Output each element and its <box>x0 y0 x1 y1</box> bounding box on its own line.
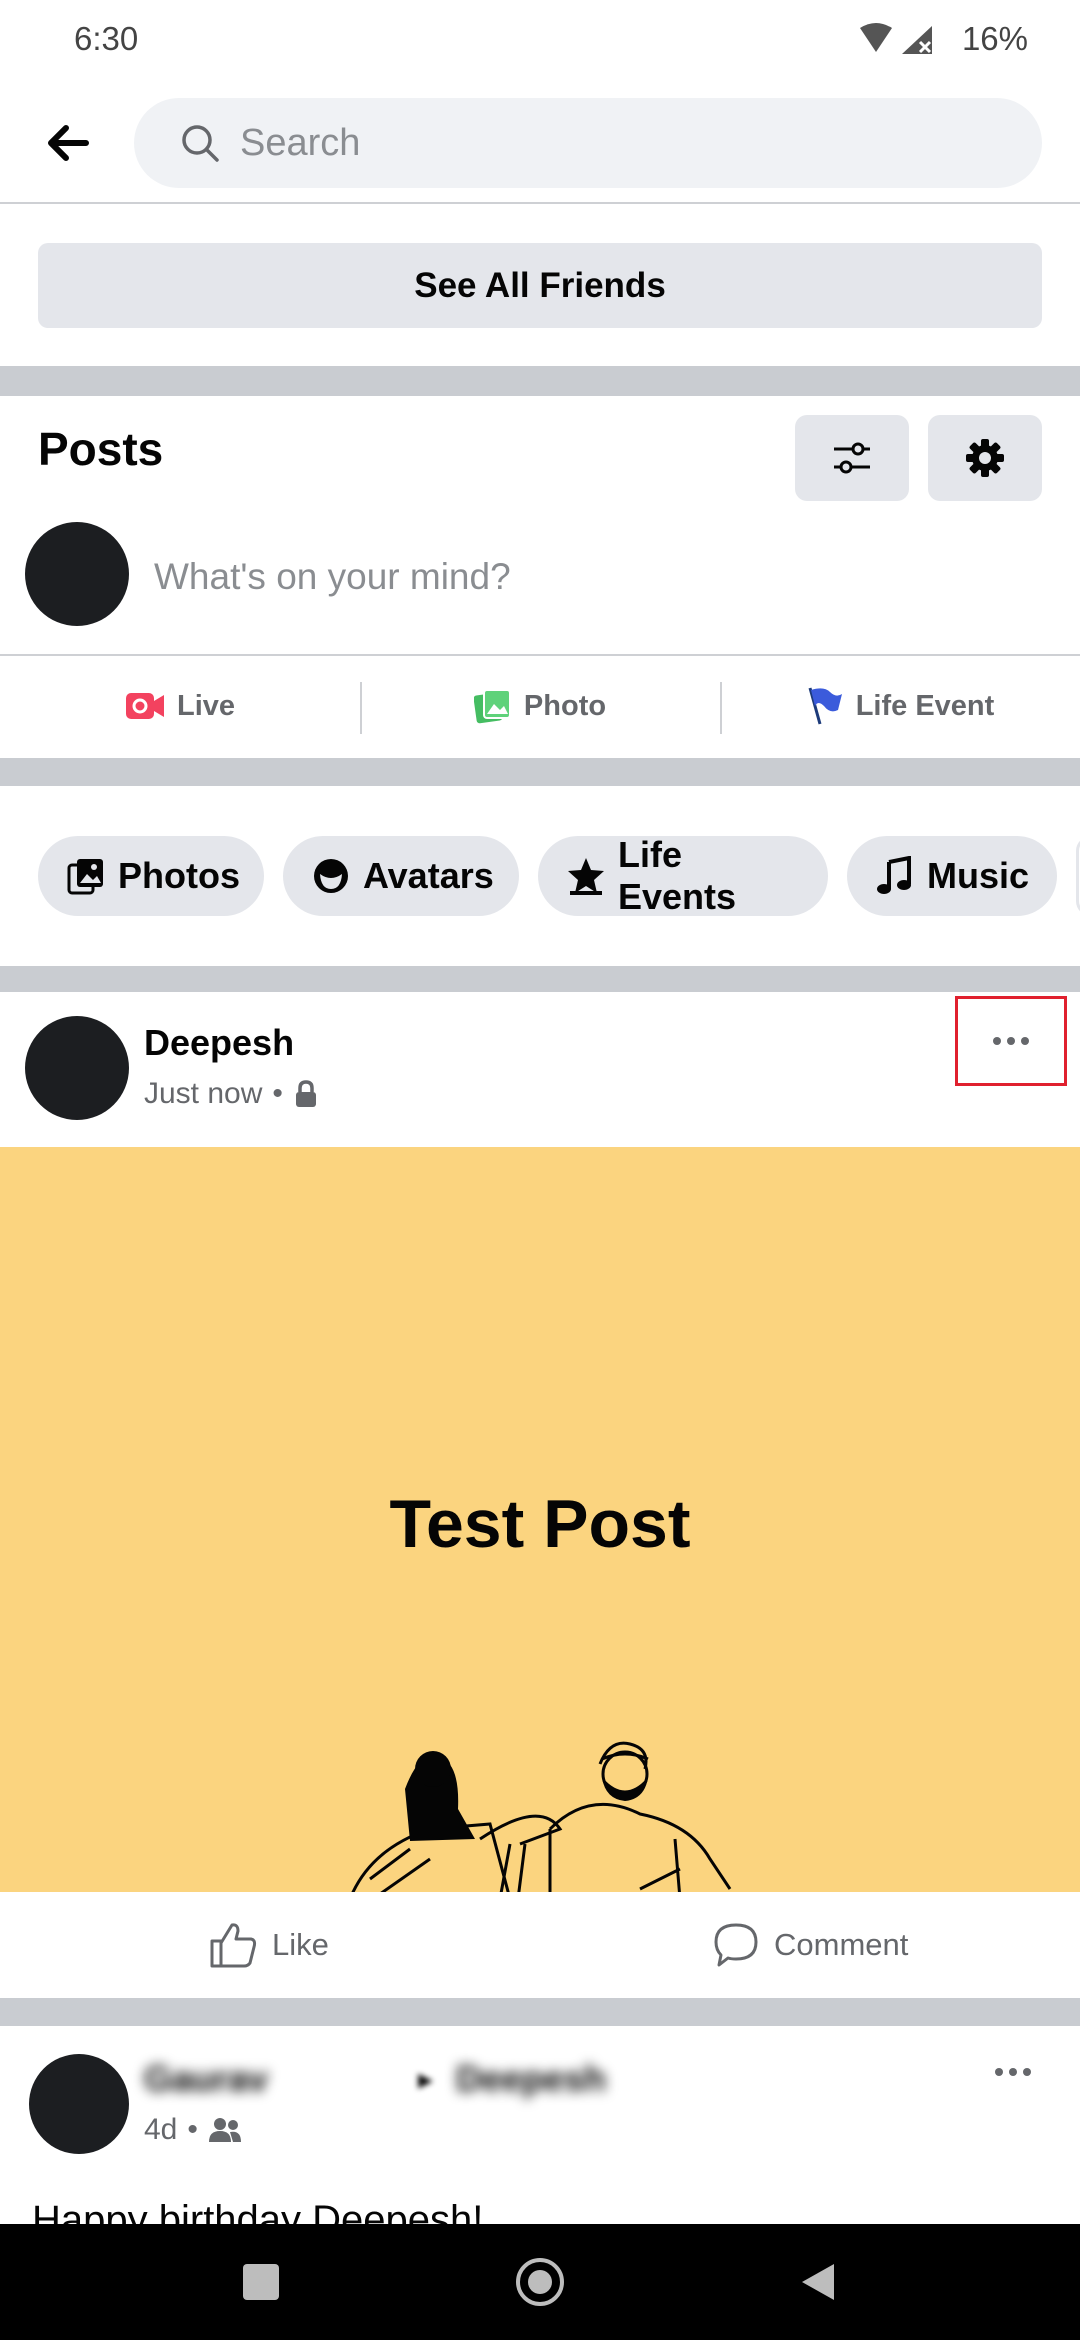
avatar[interactable] <box>25 522 129 626</box>
post2-meta: 4d • <box>144 2113 242 2147</box>
filter-icon <box>834 442 870 474</box>
photo-label: Photo <box>523 689 607 722</box>
chip-music-label: Music <box>927 855 1030 896</box>
system-navigation-bar <box>0 2224 1080 2340</box>
chip-photos-label: Photos <box>118 855 240 896</box>
like-label: Like <box>272 1927 329 1962</box>
like-icon <box>210 1923 257 1968</box>
life-event-label: Life Event <box>855 689 995 722</box>
post2-arrow: ▸ <box>418 2063 434 2096</box>
meta-dot: • <box>272 1077 283 1110</box>
photos-icon <box>67 859 103 895</box>
post-image[interactable]: Test Post <box>0 1147 1080 1892</box>
gear-icon <box>966 439 1004 477</box>
section-separator <box>0 758 1080 786</box>
more-dots-icon <box>993 1037 1029 1045</box>
filter-button[interactable] <box>795 415 909 501</box>
composer-divider <box>0 654 1080 656</box>
chip-photos[interactable]: Photos <box>38 836 264 916</box>
post2-time: 4d <box>144 2113 178 2146</box>
action-divider <box>360 682 362 734</box>
post2-more-options-button[interactable] <box>995 2068 1031 2076</box>
live-button[interactable]: Live <box>0 660 360 752</box>
live-video-icon <box>125 693 164 719</box>
post-time: Just now <box>144 1077 263 1110</box>
post-actions: Like Comment <box>0 1892 1080 1998</box>
meta-dot: • <box>187 2113 198 2146</box>
see-all-friends-button[interactable]: See All Friends <box>38 243 1042 328</box>
chip-avatars-label: Avatars <box>363 855 494 896</box>
section-separator <box>0 366 1080 396</box>
home-button[interactable] <box>516 2258 564 2306</box>
post2-target-name[interactable]: Deepesh <box>456 2058 606 2100</box>
home-button-dot <box>528 2270 552 2294</box>
chip-life-events[interactable]: Life Events <box>538 834 828 917</box>
section-separator <box>0 1998 1080 2026</box>
search-input[interactable] <box>238 120 1002 166</box>
post-meta: Just now • <box>144 1077 319 1111</box>
life-event-button[interactable]: Life Event <box>720 660 1080 752</box>
settings-button[interactable] <box>928 415 1042 501</box>
music-note-icon <box>877 856 911 894</box>
lock-icon[interactable] <box>293 1079 319 1109</box>
post2-author-avatar[interactable] <box>29 2054 129 2154</box>
couple-illustration <box>351 1741 732 1892</box>
post-author-name[interactable]: Deepesh <box>144 1022 294 1064</box>
posts-title: Posts <box>38 423 164 475</box>
comment-icon <box>714 1923 758 1967</box>
photo-button[interactable]: Photo <box>360 660 720 752</box>
chip-avatars[interactable]: Avatars <box>283 836 519 916</box>
chip-more[interactable] <box>1076 836 1080 916</box>
post2-author-name[interactable]: Gaurav <box>144 2058 268 2100</box>
comment-label: Comment <box>774 1927 909 1962</box>
composer-actions: Live Photo Life Event <box>0 660 1080 752</box>
post-image-text: Test Post <box>389 1486 691 1562</box>
action-divider <box>720 682 722 734</box>
star-icon <box>568 858 604 895</box>
post-more-options-button[interactable] <box>955 996 1067 1086</box>
flag-icon <box>808 687 842 725</box>
friends-icon[interactable] <box>208 2116 242 2144</box>
chip-music[interactable]: Music <box>847 836 1057 916</box>
more-dots-icon <box>995 2068 1031 2076</box>
chip-life-events-label: Life Events <box>618 834 737 917</box>
status-time: 6:30 <box>74 20 139 57</box>
back-arrow-icon[interactable] <box>42 118 92 168</box>
header-divider <box>0 202 1080 204</box>
like-button[interactable]: Like <box>208 1892 329 1998</box>
back-nav-button[interactable] <box>800 2262 836 2302</box>
comment-button[interactable]: Comment <box>712 1892 908 1998</box>
recents-button[interactable] <box>243 2264 279 2300</box>
wifi-icon <box>860 23 932 54</box>
section-separator <box>0 966 1080 992</box>
search-icon <box>182 125 219 162</box>
battery-percent: 16% <box>961 20 1028 57</box>
post-author-avatar[interactable] <box>25 1016 129 1120</box>
search-bar[interactable] <box>134 98 1042 188</box>
photo-icon <box>473 689 511 724</box>
composer-input[interactable]: What's on your mind? <box>154 556 511 598</box>
avatar-icon <box>314 859 348 893</box>
status-bar: 6:30 16% <box>0 0 1080 80</box>
live-label: Live <box>176 689 236 722</box>
